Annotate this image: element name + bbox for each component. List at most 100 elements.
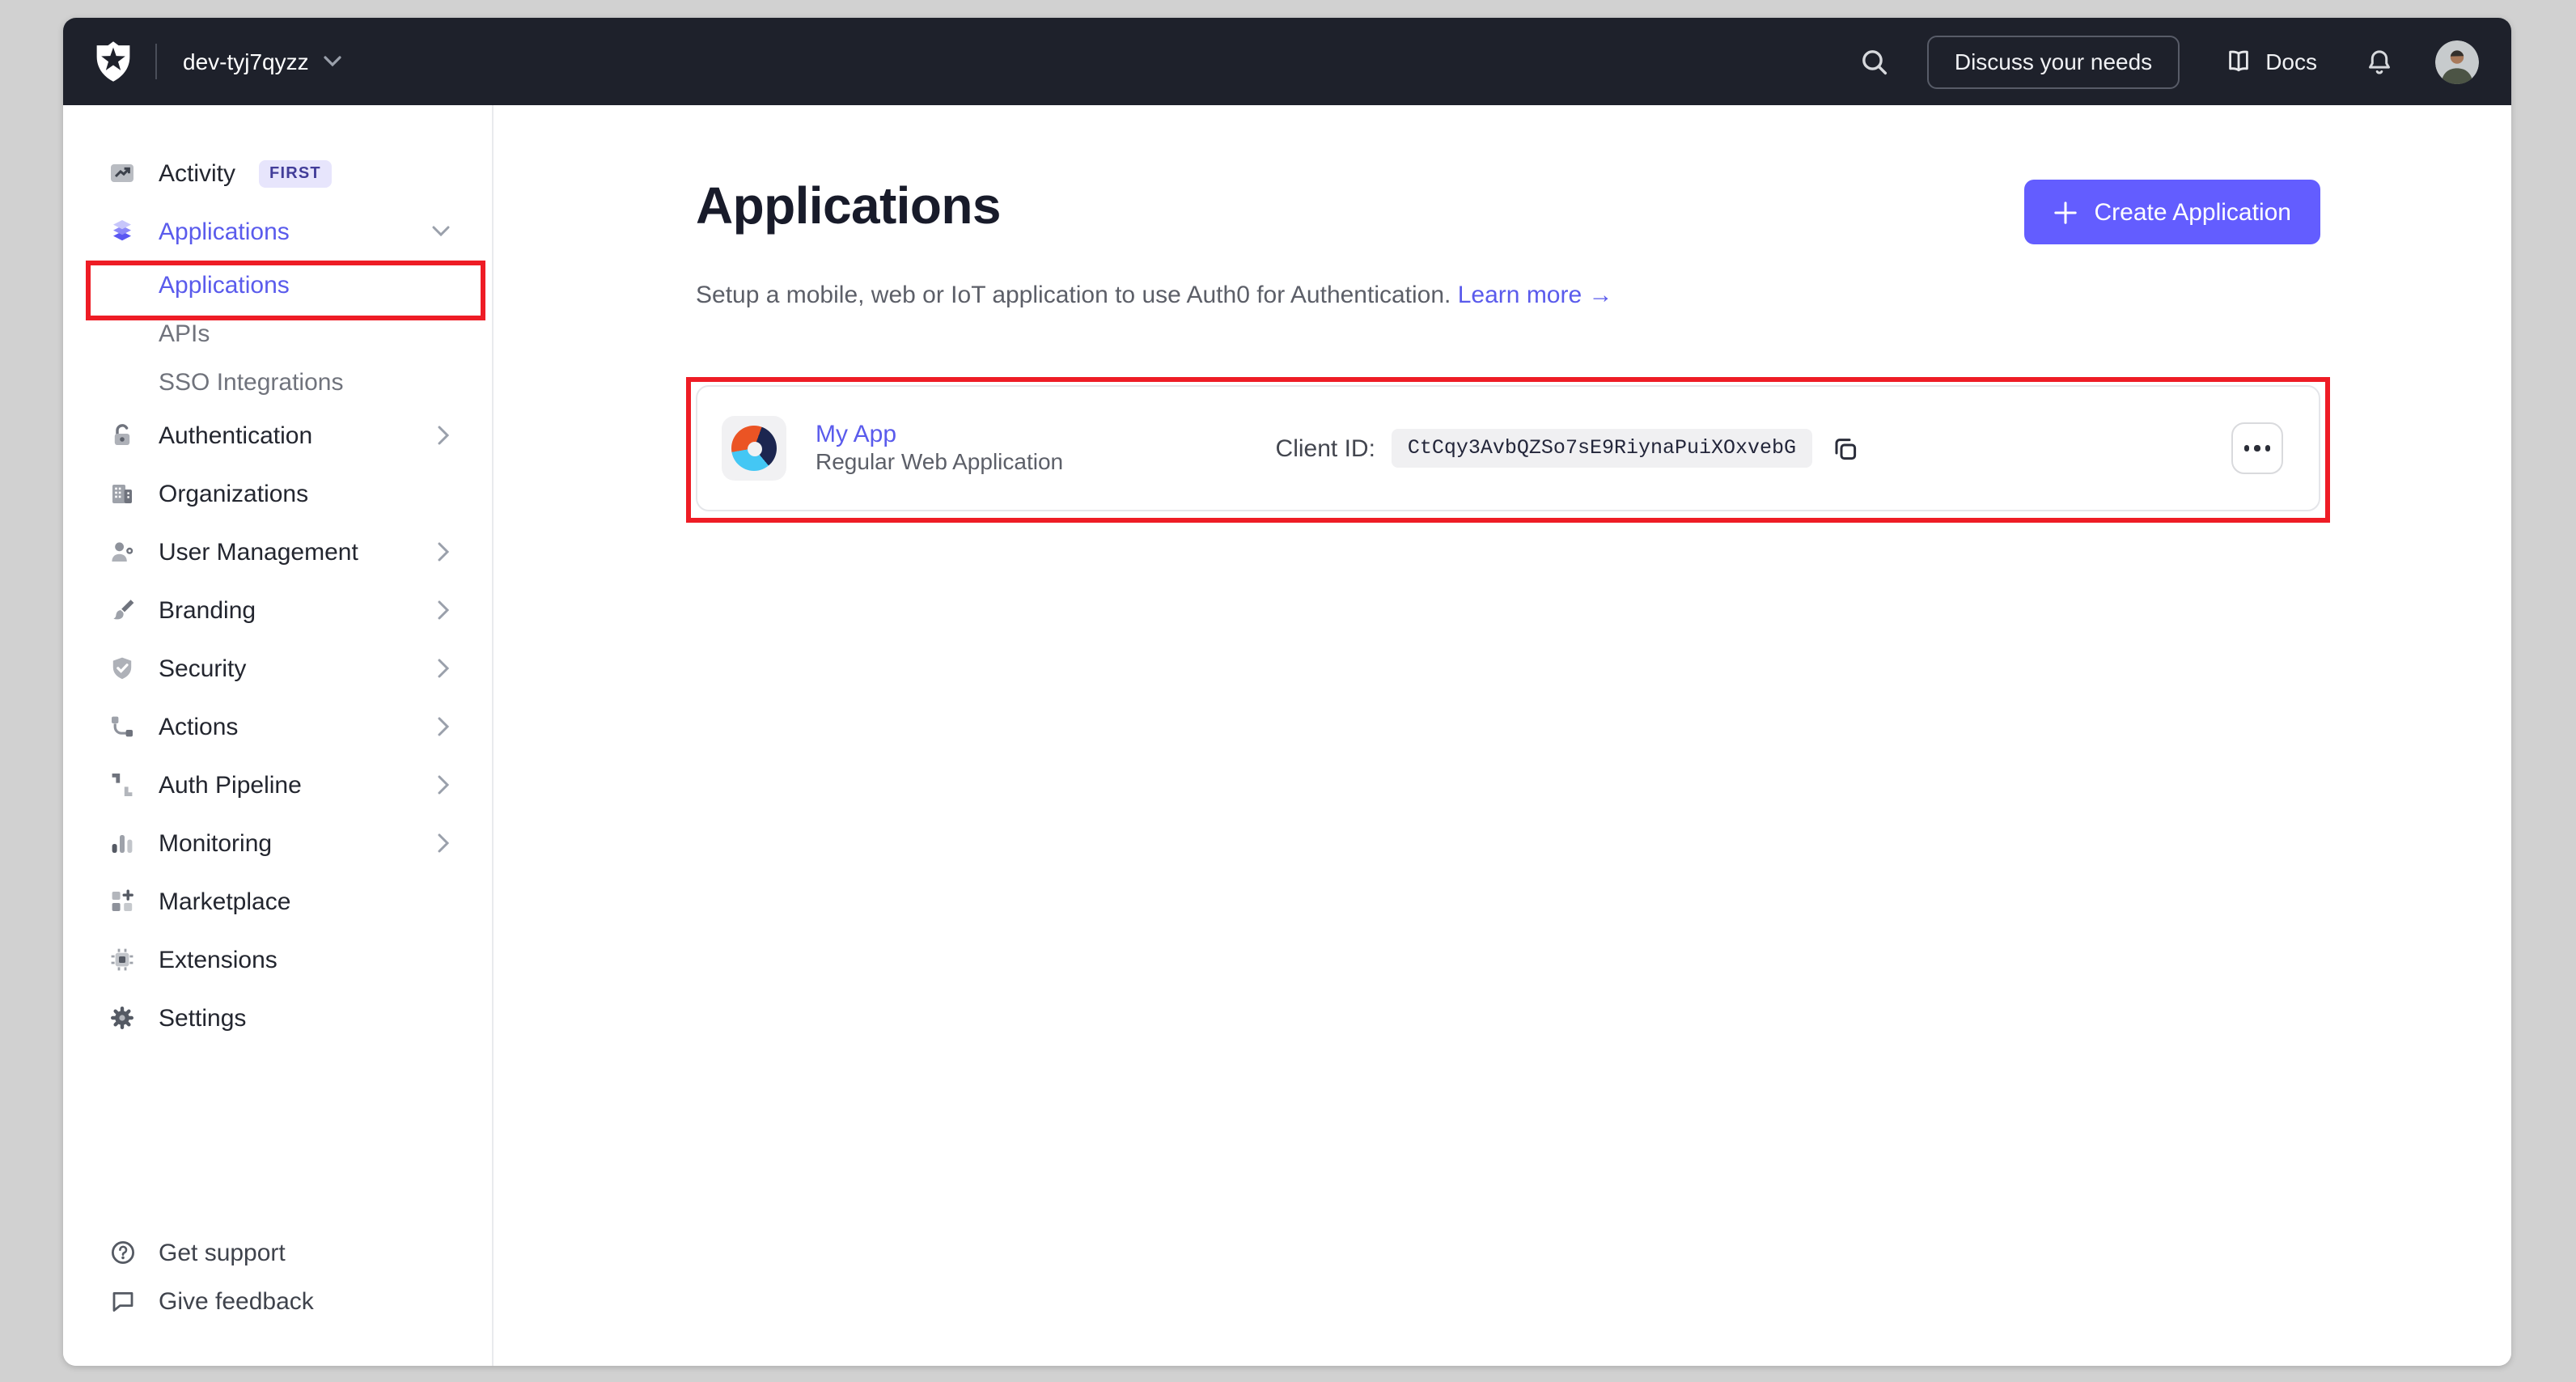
sidebar-item-marketplace[interactable]: Marketplace (63, 872, 492, 931)
sidebar-item-label: Auth Pipeline (159, 771, 302, 799)
chevron-right-icon (437, 600, 450, 620)
get-support-label: Get support (159, 1239, 286, 1266)
sidebar-item-label: User Management (159, 538, 358, 566)
sidebar-item-extensions[interactable]: Extensions (63, 931, 492, 989)
subtitle-text: Setup a mobile, web or IoT application t… (696, 282, 1451, 309)
topbar-divider (155, 44, 157, 79)
sidebar-item-label: Organizations (159, 480, 309, 507)
application-card-wrap: My App Regular Web Application Client ID… (686, 377, 2330, 523)
sidebar-item-security[interactable]: Security (63, 639, 492, 697)
sidebar-item-user-management[interactable]: User Management (63, 523, 492, 581)
speech-bubble-icon (108, 1288, 136, 1314)
discuss-label: Discuss your needs (1954, 49, 2153, 74)
search-button[interactable] (1861, 48, 1888, 75)
chevron-right-icon (437, 542, 450, 562)
docs-label: Docs (2265, 49, 2317, 74)
sidebar-footer: Get support Give feedback (63, 1228, 492, 1325)
client-id-group: Client ID: CtCqy3AvbQZSo7sE9RiynaPuiXOxv… (1276, 429, 1859, 468)
user-gear-icon (108, 539, 136, 565)
give-feedback-link[interactable]: Give feedback (63, 1277, 492, 1325)
bell-icon (2366, 48, 2393, 75)
gear-icon (108, 1005, 136, 1031)
sidebar-subitem-apis[interactable]: APIs (63, 309, 492, 358)
sidebar-subitem-sso-integrations[interactable]: SSO Integrations (63, 358, 492, 406)
app-name-link[interactable]: My App (816, 420, 1063, 447)
notifications-button[interactable] (2366, 48, 2393, 75)
create-application-label: Create Application (2094, 198, 2292, 226)
create-application-button[interactable]: Create Application (2024, 180, 2320, 244)
chevron-right-icon (437, 833, 450, 853)
search-icon (1861, 48, 1888, 75)
docs-button[interactable]: Docs (2225, 49, 2317, 74)
chevron-right-icon (437, 659, 450, 678)
get-support-link[interactable]: Get support (63, 1228, 492, 1277)
app-name-block: My App Regular Web Application (816, 420, 1063, 477)
tenant-name: dev-tyj7qyzz (183, 49, 309, 74)
sidebar: Activity FIRST Applications Applications… (63, 105, 494, 1366)
main-header: Applications Create Application (696, 176, 2320, 244)
book-icon (2225, 49, 2252, 74)
first-badge: FIRST (258, 159, 333, 187)
plus-icon (2054, 200, 2078, 224)
sidebar-item-label: Authentication (159, 422, 313, 449)
sidebar-item-monitoring[interactable]: Monitoring (63, 814, 492, 872)
chevron-right-icon (437, 775, 450, 795)
sidebar-item-label: Branding (159, 596, 256, 624)
layers-icon (108, 218, 136, 244)
app-row-menu-button[interactable] (2231, 422, 2283, 474)
main-content: Applications Create Application Setup a … (494, 105, 2511, 1366)
learn-more-link[interactable]: Learn more → (1458, 282, 1613, 309)
bar-chart-icon (108, 830, 136, 856)
sidebar-subitem-applications[interactable]: Applications (63, 261, 492, 309)
tenant-switcher[interactable]: dev-tyj7qyzz (183, 49, 341, 74)
client-id-value[interactable]: CtCqy3AvbQZSo7sE9RiynaPuiXOxvebG (1391, 429, 1812, 468)
auth0-logo-icon (92, 40, 134, 83)
sidebar-item-auth-pipeline[interactable]: Auth Pipeline (63, 756, 492, 814)
sidebar-item-actions[interactable]: Actions (63, 697, 492, 756)
building-icon (108, 481, 136, 507)
sidebar-item-organizations[interactable]: Organizations (63, 464, 492, 523)
dot (2243, 445, 2250, 451)
application-row[interactable]: My App Regular Web Application Client ID… (696, 385, 2320, 511)
sidebar-item-label: Monitoring (159, 829, 273, 857)
sidebar-item-applications[interactable]: Applications (63, 202, 492, 261)
sidebar-subitem-label: SSO Integrations (159, 368, 344, 396)
copy-client-id-button[interactable] (1832, 435, 1859, 462)
chevron-down-icon (324, 55, 341, 68)
arrow-right-icon: → (1588, 282, 1613, 309)
chevron-right-icon (437, 426, 450, 445)
sidebar-item-branding[interactable]: Branding (63, 581, 492, 639)
help-circle-icon (108, 1240, 136, 1265)
body-row: Activity FIRST Applications Applications… (63, 105, 2511, 1366)
app-type-label: Regular Web Application (816, 447, 1064, 473)
grid-plus-icon (108, 888, 136, 914)
sidebar-item-label: Actions (159, 713, 239, 740)
pipeline-icon (108, 772, 136, 798)
sidebar-item-activity[interactable]: Activity FIRST (63, 144, 492, 202)
dot (2254, 445, 2260, 451)
lock-icon (108, 422, 136, 448)
shield-check-icon (108, 655, 136, 681)
auth0-dashboard-window: dev-tyj7qyzz Discuss your needs Docs Act… (63, 18, 2511, 1366)
sidebar-subitem-label: APIs (159, 320, 210, 347)
chevron-down-icon (432, 225, 450, 238)
activity-icon (108, 160, 136, 186)
sidebar-item-settings[interactable]: Settings (63, 989, 492, 1047)
chevron-right-icon (437, 717, 450, 736)
topbar: dev-tyj7qyzz Discuss your needs Docs (63, 18, 2511, 105)
copy-icon (1832, 435, 1859, 462)
sidebar-subitem-label: Applications (159, 271, 290, 299)
sidebar-item-label: Extensions (159, 946, 278, 973)
page-title: Applications (696, 176, 1001, 235)
client-id-label: Client ID: (1275, 435, 1375, 462)
sidebar-item-label: Applications (159, 218, 290, 245)
sidebar-item-label: Marketplace (159, 888, 291, 915)
discuss-your-needs-button[interactable]: Discuss your needs (1926, 35, 2180, 88)
app-logo-donut-icon (731, 426, 777, 471)
dot (2265, 445, 2271, 451)
give-feedback-label: Give feedback (159, 1287, 314, 1315)
user-avatar[interactable] (2435, 40, 2479, 83)
sidebar-item-authentication[interactable]: Authentication (63, 406, 492, 464)
desktop-background: dev-tyj7qyzz Discuss your needs Docs Act… (0, 0, 2576, 1382)
sidebar-item-label: Settings (159, 1004, 247, 1032)
